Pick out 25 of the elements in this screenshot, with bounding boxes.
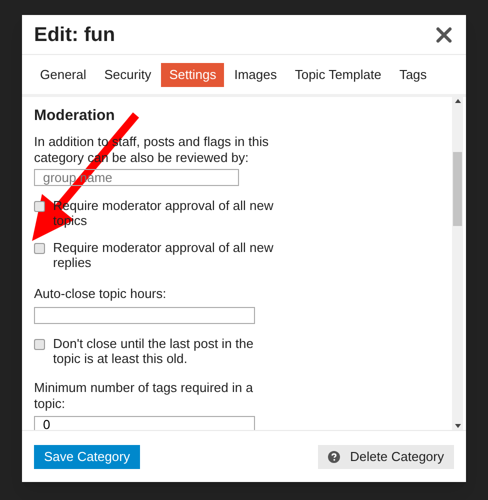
scroll-down-icon[interactable] [454,424,460,428]
field-label: Minimum number of tags required in a topic: [34,380,254,412]
auto-close-field[interactable] [34,307,255,324]
dialog-title: Edit: fun [34,22,116,48]
tab[interactable]: Security [96,62,160,86]
tab[interactable]: Images [226,62,285,86]
checkbox[interactable] [34,242,45,254]
delete-category-button[interactable]: Delete Category [318,444,454,468]
tab[interactable]: Tags [391,62,435,86]
tab[interactable]: Settings [161,62,224,86]
scrollbar-thumb[interactable] [453,152,462,226]
field-label: Auto-close topic hours: [34,284,168,303]
tab[interactable]: Topic Template [286,62,390,86]
checkbox-label: Require moderator approval of all new replies [53,240,274,270]
checkbox-label: Don't close until the last post in the topic is at least this old. [53,336,254,366]
tab[interactable]: General [32,62,94,86]
close-icon[interactable] [436,26,452,42]
scroll-up-icon[interactable] [454,99,460,103]
section-heading: Moderation [34,106,116,126]
save-category-button[interactable]: Save Category [34,444,140,468]
min-tags-field[interactable]: 0 [34,416,255,430]
question-icon [328,450,340,462]
checkbox[interactable] [34,339,45,350]
checkbox[interactable] [34,200,45,212]
scrollbar[interactable] [452,97,463,430]
